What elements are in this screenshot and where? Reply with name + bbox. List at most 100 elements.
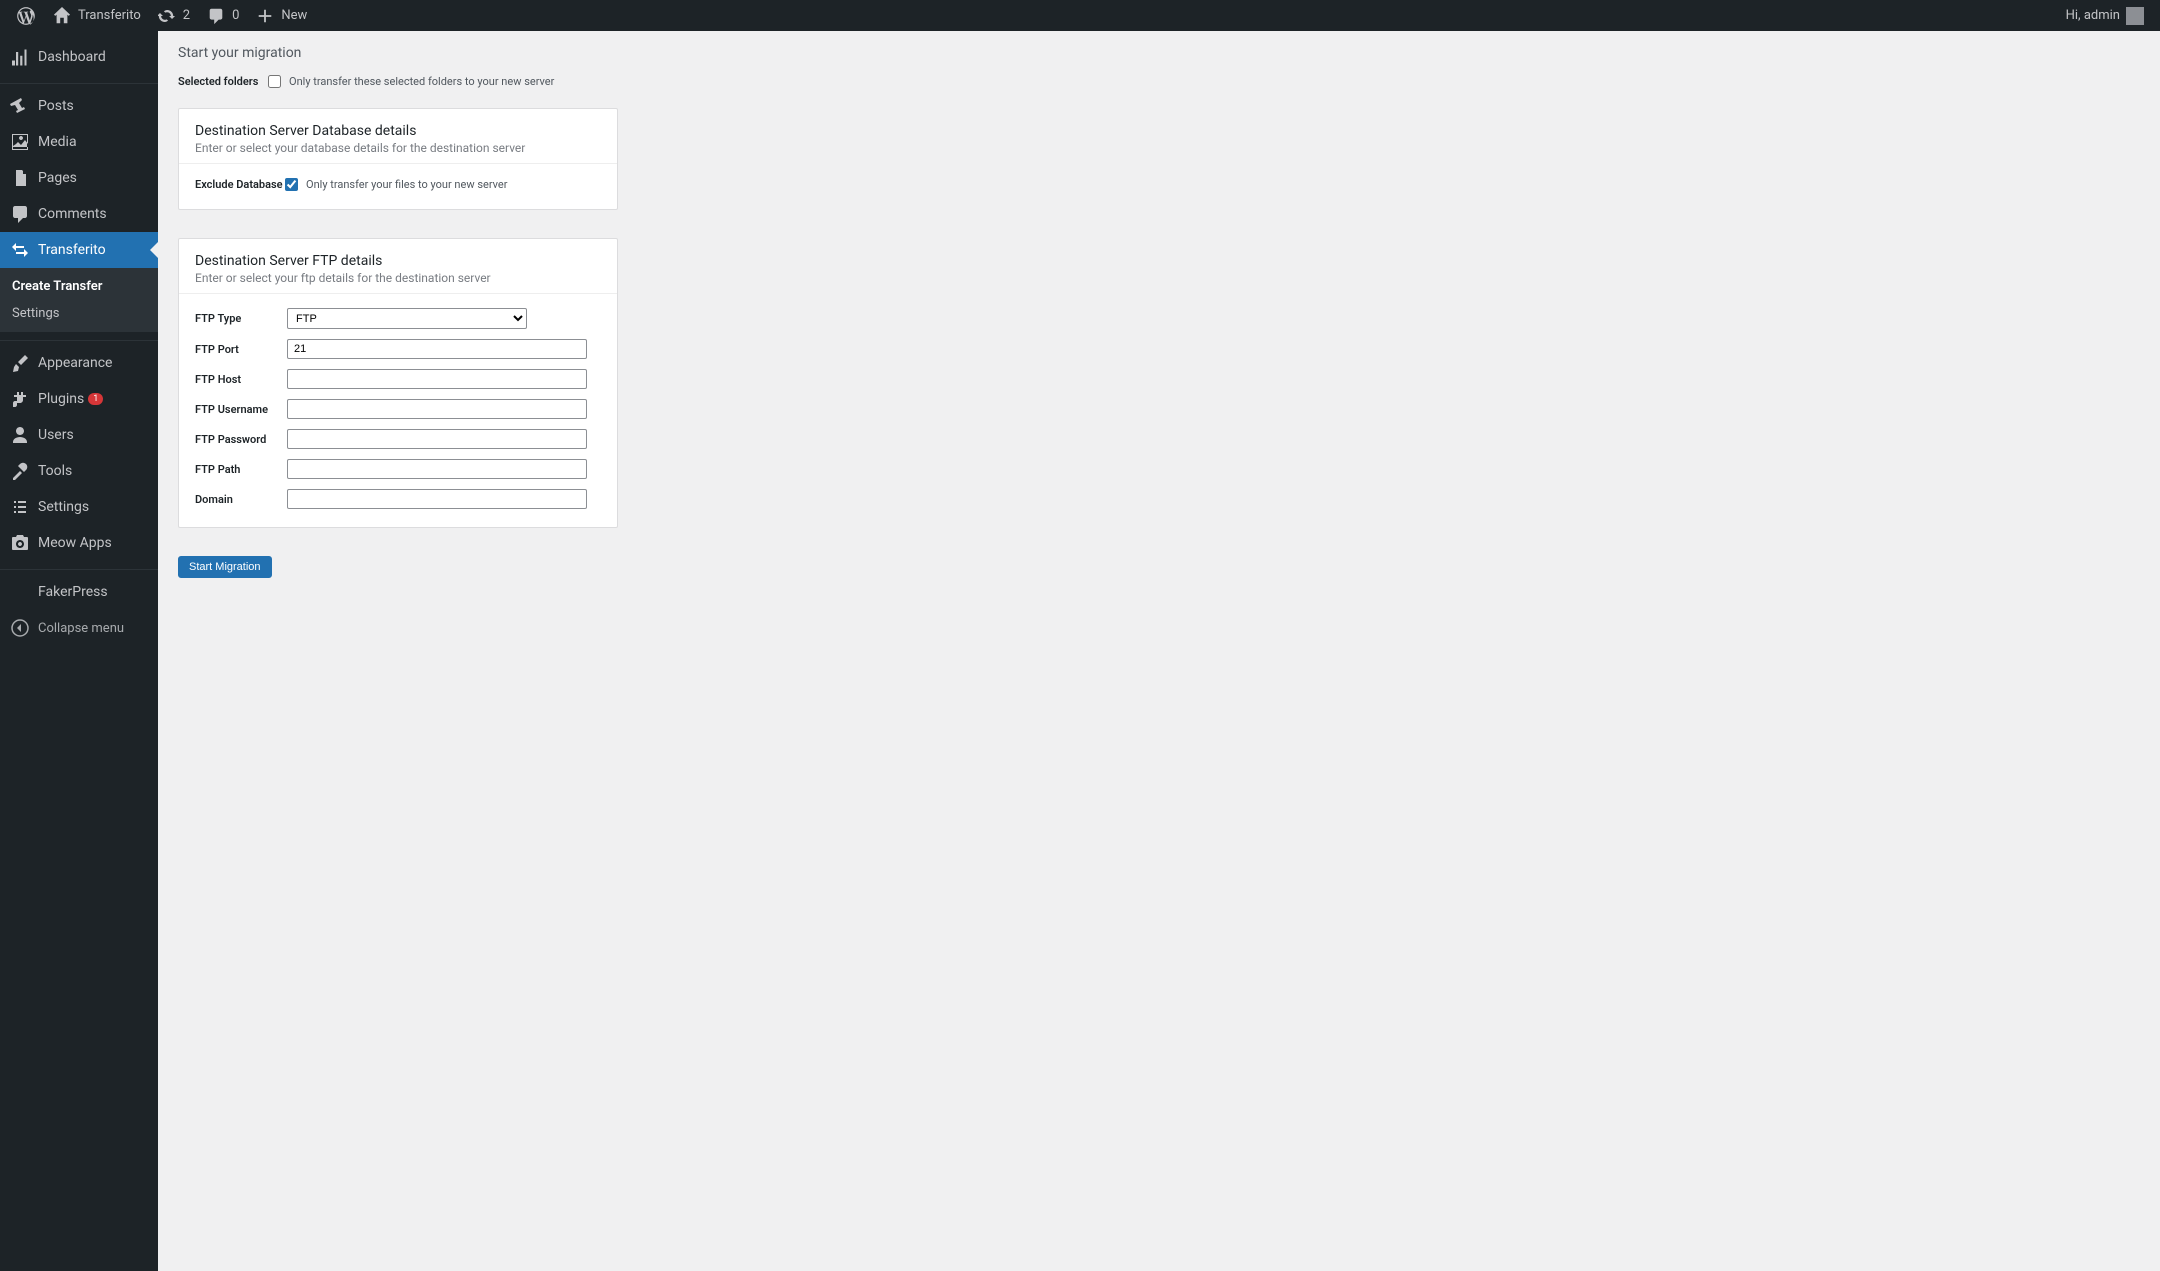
sidebar-item-label: Posts [38,98,74,114]
selected-folders-desc: Only transfer these selected folders to … [289,75,554,88]
new-label: New [281,8,307,23]
comment-icon [10,204,30,224]
sidebar-item-label: FakerPress [38,584,108,600]
sidebar-item-label: Pages [38,170,77,186]
collapse-menu-button[interactable]: Collapse menu [0,610,158,646]
ftp-port-label: FTP Port [195,343,287,356]
ftp-username-label: FTP Username [195,403,287,416]
update-icon [157,6,177,26]
camera-icon [10,533,30,553]
account-link[interactable]: Hi, admin [2058,0,2152,31]
generic-icon [10,582,30,602]
collapse-label: Collapse menu [38,621,124,636]
plugin-icon [10,389,30,409]
pin-icon [10,96,30,116]
page-title: Start your migration [178,45,2140,61]
sidebar-item-settings[interactable]: Settings [0,489,158,525]
exclude-db-checkbox[interactable] [285,178,298,191]
ftp-path-input[interactable] [287,459,587,479]
page-icon [10,168,30,188]
sidebar-item-transferito[interactable]: Transferito [0,232,158,268]
selected-folders-checkbox[interactable] [268,75,281,88]
selected-folders-label: Selected folders [178,75,266,88]
exclude-db-label: Exclude Database [195,178,283,191]
sidebar-item-pages[interactable]: Pages [0,160,158,196]
updates-link[interactable]: 2 [149,0,198,31]
db-panel-subtitle: Enter or select your database details fo… [195,141,601,155]
sidebar-item-label: Meow Apps [38,535,112,551]
sidebar-item-label: Media [38,134,77,150]
sidebar-item-users[interactable]: Users [0,417,158,453]
ftp-panel-title: Destination Server FTP details [195,253,601,269]
ftp-details-panel: Destination Server FTP details Enter or … [178,238,618,528]
updates-count: 2 [183,8,190,23]
plus-icon [255,6,275,26]
sidebar-item-dashboard[interactable]: Dashboard [0,39,158,75]
brush-icon [10,353,30,373]
dashboard-icon [10,47,30,67]
sidebar-item-label: Dashboard [38,49,106,65]
selected-folders-row: Selected folders Only transfer these sel… [178,75,2140,88]
ftp-type-select[interactable]: FTP [287,308,527,329]
ftp-panel-subtitle: Enter or select your ftp details for the… [195,271,601,285]
admin-sidebar: Dashboard Posts Media Pages Comments Tra… [0,31,158,1271]
db-panel-title: Destination Server Database details [195,123,601,139]
site-name-label: Transferito [78,8,141,23]
ftp-password-input[interactable] [287,429,587,449]
db-details-panel: Destination Server Database details Ente… [178,108,618,210]
ftp-host-input[interactable] [287,369,587,389]
sidebar-item-comments[interactable]: Comments [0,196,158,232]
start-migration-button[interactable]: Start Migration [178,556,272,578]
avatar [2126,7,2144,25]
transfer-icon [10,240,30,260]
menu-separator [0,565,158,570]
submenu-item-settings[interactable]: Settings [0,300,158,327]
admin-bar: Transferito 2 0 New Hi, admin [0,0,2160,31]
collapse-icon [10,618,30,638]
sidebar-item-label: Comments [38,206,107,222]
menu-separator [0,79,158,84]
sidebar-item-appearance[interactable]: Appearance [0,345,158,381]
comments-link[interactable]: 0 [198,0,247,31]
ftp-password-label: FTP Password [195,433,287,446]
ftp-domain-input[interactable] [287,489,587,509]
user-icon [10,425,30,445]
menu-separator [0,336,158,341]
ftp-type-label: FTP Type [195,312,287,325]
sidebar-item-posts[interactable]: Posts [0,88,158,124]
sidebar-item-plugins[interactable]: Plugins 1 [0,381,158,417]
plugins-badge: 1 [88,393,103,405]
sidebar-item-label: Tools [38,463,72,479]
home-icon [52,6,72,26]
main-content: Start your migration Selected folders On… [158,31,2160,598]
sliders-icon [10,497,30,517]
ftp-host-label: FTP Host [195,373,287,386]
ftp-path-label: FTP Path [195,463,287,476]
sidebar-item-label: Transferito [38,242,106,258]
wrench-icon [10,461,30,481]
exclude-db-desc: Only transfer your files to your new ser… [306,178,507,191]
wordpress-icon [16,6,36,26]
comments-count: 0 [232,8,239,23]
sidebar-item-label: Settings [38,499,89,515]
sidebar-item-media[interactable]: Media [0,124,158,160]
submenu-item-create-transfer[interactable]: Create Transfer [0,273,158,300]
comment-icon [206,6,226,26]
sidebar-submenu: Create Transfer Settings [0,268,158,332]
ftp-port-input[interactable] [287,339,587,359]
sidebar-item-meow-apps[interactable]: Meow Apps [0,525,158,561]
divider [179,293,617,294]
ftp-domain-label: Domain [195,493,287,506]
sidebar-item-label: Plugins [38,391,84,407]
media-icon [10,132,30,152]
greeting-label: Hi, admin [2066,8,2120,23]
divider [179,163,617,164]
site-name-link[interactable]: Transferito [44,0,149,31]
new-content-link[interactable]: New [247,0,315,31]
sidebar-item-label: Appearance [38,355,112,371]
ftp-username-input[interactable] [287,399,587,419]
sidebar-item-label: Users [38,427,74,443]
sidebar-item-fakerpress[interactable]: FakerPress [0,574,158,610]
wp-logo[interactable] [8,0,44,31]
sidebar-item-tools[interactable]: Tools [0,453,158,489]
